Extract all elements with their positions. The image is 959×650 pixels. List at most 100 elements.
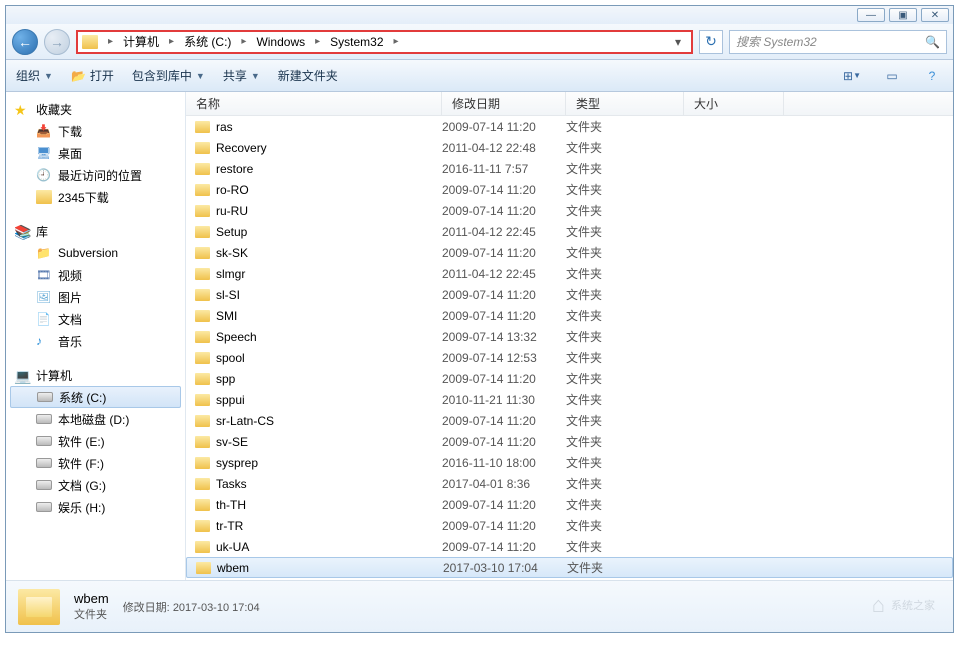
sidebar-libraries[interactable]: 📚库	[6, 220, 185, 242]
table-row[interactable]: SMI2009-07-14 11:20文件夹	[186, 305, 953, 326]
table-row[interactable]: sl-SI2009-07-14 11:20文件夹	[186, 284, 953, 305]
table-row[interactable]: slmgr2011-04-12 22:45文件夹	[186, 263, 953, 284]
column-name[interactable]: 名称	[186, 92, 442, 115]
table-row[interactable]: sk-SK2009-07-14 11:20文件夹	[186, 242, 953, 263]
folder-icon	[192, 310, 212, 322]
folder-icon	[192, 121, 212, 133]
drive-icon	[37, 392, 53, 402]
include-menu[interactable]: 包含到库中▼	[132, 67, 205, 84]
file-rows[interactable]: ras2009-07-14 11:20文件夹Recovery2011-04-12…	[186, 116, 953, 580]
table-row[interactable]: restore2016-11-11 7:57文件夹	[186, 158, 953, 179]
column-size[interactable]: 大小	[684, 92, 784, 115]
file-name: SMI	[212, 309, 442, 323]
table-row[interactable]: sr-Latn-CS2009-07-14 11:20文件夹	[186, 410, 953, 431]
table-row[interactable]: tr-TR2009-07-14 11:20文件夹	[186, 515, 953, 536]
sidebar-item-videos[interactable]: 🎞视频	[6, 264, 185, 286]
chevron-right-icon: ▸	[309, 36, 326, 47]
table-row[interactable]: ro-RO2009-07-14 11:20文件夹	[186, 179, 953, 200]
file-name: ras	[212, 120, 442, 134]
video-icon: 🎞	[36, 268, 52, 282]
document-icon: 📄	[36, 312, 52, 326]
minimize-button[interactable]: —	[857, 8, 885, 22]
new-folder-button[interactable]: 新建文件夹	[278, 67, 338, 84]
table-row[interactable]: sysprep2016-11-10 18:00文件夹	[186, 452, 953, 473]
breadcrumb-item[interactable]: Windows	[252, 33, 309, 51]
open-button[interactable]: 📂打开	[71, 67, 114, 84]
folder-icon	[192, 394, 212, 406]
table-row[interactable]: uk-UA2009-07-14 11:20文件夹	[186, 536, 953, 557]
back-button[interactable]: ←	[12, 29, 38, 55]
folder-icon	[192, 226, 212, 238]
sidebar-item-subversion[interactable]: 📁Subversion	[6, 242, 185, 264]
table-row[interactable]: sppui2010-11-21 11:30文件夹	[186, 389, 953, 410]
breadcrumb-item[interactable]: 计算机	[119, 31, 163, 52]
file-name: sr-Latn-CS	[212, 414, 442, 428]
folder-icon	[192, 499, 212, 511]
file-name: sv-SE	[212, 435, 442, 449]
file-type: 文件夹	[566, 517, 684, 534]
sidebar-computer[interactable]: 💻计算机	[6, 364, 185, 386]
folder-icon	[192, 331, 212, 343]
file-name: uk-UA	[212, 540, 442, 554]
table-row[interactable]: th-TH2009-07-14 11:20文件夹	[186, 494, 953, 515]
music-icon: ♪	[36, 334, 52, 348]
search-input[interactable]: 搜索 System32 🔍	[729, 30, 947, 54]
folder-icon	[192, 247, 212, 259]
view-options-icon[interactable]: ⊞ ▼	[841, 66, 863, 86]
sidebar-item-desktop[interactable]: 🖥桌面	[6, 142, 185, 164]
sidebar-item-pictures[interactable]: 🖼图片	[6, 286, 185, 308]
sidebar-item-drive-d[interactable]: 本地磁盘 (D:)	[6, 408, 185, 430]
sidebar-item-documents[interactable]: 📄文档	[6, 308, 185, 330]
column-date[interactable]: 修改日期	[442, 92, 566, 115]
table-row[interactable]: spp2009-07-14 11:20文件夹	[186, 368, 953, 389]
forward-button[interactable]: →	[44, 29, 70, 55]
folder-icon	[18, 589, 60, 625]
sidebar-item-drive-g[interactable]: 文档 (G:)	[6, 474, 185, 496]
table-row[interactable]: Recovery2011-04-12 22:48文件夹	[186, 137, 953, 158]
sidebar-item-drive-e[interactable]: 软件 (E:)	[6, 430, 185, 452]
breadcrumb-item[interactable]: 系统 (C:)	[180, 31, 235, 52]
details-pane: wbem 文件夹 修改日期: 2017-03-10 17:04	[6, 580, 953, 632]
breadcrumb-item[interactable]: System32	[326, 33, 387, 51]
table-row[interactable]: Tasks2017-04-01 8:36文件夹	[186, 473, 953, 494]
navigation-pane: ★收藏夹 📥下载 🖥桌面 🕘最近访问的位置 2345下载 📚库 📁Subvers…	[6, 92, 186, 580]
share-menu[interactable]: 共享▼	[223, 67, 260, 84]
table-row[interactable]: Setup2011-04-12 22:45文件夹	[186, 221, 953, 242]
sidebar-item-music[interactable]: ♪音乐	[6, 330, 185, 352]
file-date: 2009-07-14 11:20	[442, 309, 566, 323]
refresh-button[interactable]: ↻	[699, 30, 723, 54]
sidebar-favorites[interactable]: ★收藏夹	[6, 98, 185, 120]
file-date: 2009-07-14 13:32	[442, 330, 566, 344]
address-dropdown-icon[interactable]: ▾	[669, 35, 687, 49]
folder-icon	[192, 142, 212, 154]
file-name: sl-SI	[212, 288, 442, 302]
close-button[interactable]: ✕	[921, 8, 949, 22]
maximize-button[interactable]: ▣	[889, 8, 917, 22]
sidebar-item-drive-f[interactable]: 软件 (F:)	[6, 452, 185, 474]
file-type: 文件夹	[566, 538, 684, 555]
table-row[interactable]: ras2009-07-14 11:20文件夹	[186, 116, 953, 137]
sidebar-item-downloads[interactable]: 📥下载	[6, 120, 185, 142]
table-row[interactable]: spool2009-07-14 12:53文件夹	[186, 347, 953, 368]
table-row[interactable]: wbem2017-03-10 17:04文件夹	[186, 557, 953, 578]
sidebar-item-drive-c[interactable]: 系统 (C:)	[10, 386, 181, 408]
preview-pane-icon[interactable]: ▭	[881, 66, 903, 86]
folder-icon	[192, 541, 212, 553]
organize-menu[interactable]: 组织▼	[16, 67, 53, 84]
file-name: th-TH	[212, 498, 442, 512]
table-row[interactable]: ru-RU2009-07-14 11:20文件夹	[186, 200, 953, 221]
help-icon[interactable]: ?	[921, 66, 943, 86]
file-date: 2011-04-12 22:48	[442, 141, 566, 155]
file-type: 文件夹	[566, 412, 684, 429]
address-bar[interactable]: ▸ 计算机 ▸ 系统 (C:) ▸ Windows ▸ System32 ▸ ▾	[76, 30, 693, 54]
column-headers: 名称 修改日期 类型 大小	[186, 92, 953, 116]
sidebar-item-drive-h[interactable]: 娱乐 (H:)	[6, 496, 185, 518]
table-row[interactable]: sv-SE2009-07-14 11:20文件夹	[186, 431, 953, 452]
toolbar: 组织▼ 📂打开 包含到库中▼ 共享▼ 新建文件夹 ⊞ ▼ ▭ ?	[6, 60, 953, 92]
column-type[interactable]: 类型	[566, 92, 684, 115]
sidebar-item-recent[interactable]: 🕘最近访问的位置	[6, 164, 185, 186]
sidebar-item-2345[interactable]: 2345下载	[6, 186, 185, 208]
table-row[interactable]: Speech2009-07-14 13:32文件夹	[186, 326, 953, 347]
file-type: 文件夹	[566, 328, 684, 345]
folder-icon	[192, 184, 212, 196]
